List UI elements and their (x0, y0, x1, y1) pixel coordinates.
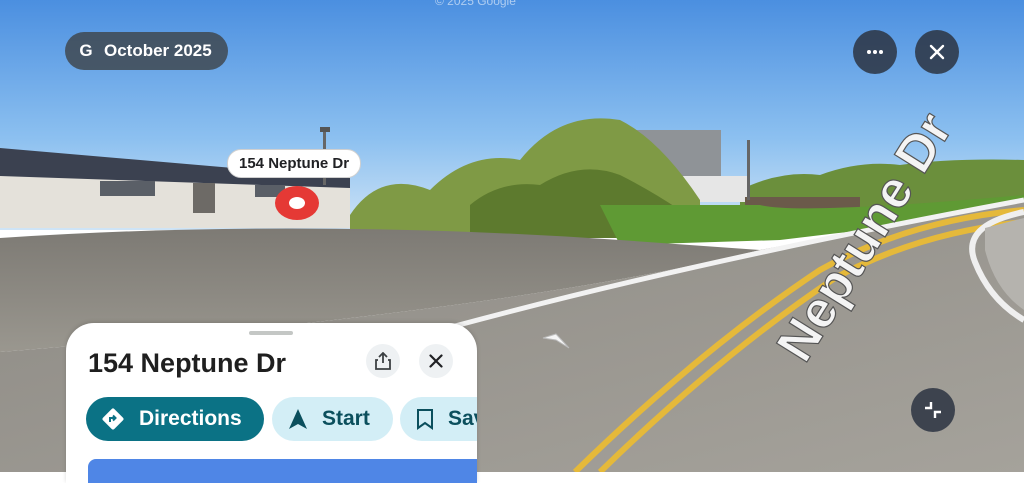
close-icon (929, 44, 945, 60)
save-label: Save (448, 407, 477, 430)
navigation-chevron-icon[interactable] (540, 330, 572, 352)
close-street-view-button[interactable] (915, 30, 959, 74)
google-watermark: © 2025 Google (435, 0, 516, 8)
bookmark-icon (417, 409, 433, 430)
start-label: Start (322, 407, 370, 430)
navigation-arrow-icon (289, 409, 307, 429)
imagery-date-text: October 2025 (104, 41, 212, 60)
location-pin-icon[interactable] (273, 183, 321, 223)
directions-label: Directions (139, 407, 242, 430)
save-button[interactable]: Save (400, 397, 477, 441)
share-icon (375, 352, 391, 370)
imagery-date-badge[interactable]: G October 2025 (65, 32, 228, 70)
close-card-button[interactable] (419, 344, 453, 378)
directions-icon (102, 408, 124, 430)
exit-fullscreen-button[interactable] (911, 388, 955, 432)
card-preview-strip (88, 459, 477, 483)
share-button[interactable] (366, 344, 400, 378)
start-navigation-button[interactable]: Start (272, 397, 393, 441)
place-title: 154 Neptune Dr (88, 348, 287, 378)
close-icon (429, 354, 443, 368)
more-horizontal-icon (867, 50, 883, 54)
place-label-text: 154 Neptune Dr (239, 155, 350, 172)
place-label-bubble[interactable]: 154 Neptune Dr (227, 149, 362, 178)
collapse-icon (925, 402, 941, 418)
drag-handle[interactable] (249, 331, 293, 335)
directions-button[interactable]: Directions (86, 397, 264, 441)
google-logo-icon: G (79, 41, 93, 60)
place-card[interactable]: 154 Neptune Dr Directions Start Sa (66, 323, 477, 483)
more-options-button[interactable] (853, 30, 897, 74)
